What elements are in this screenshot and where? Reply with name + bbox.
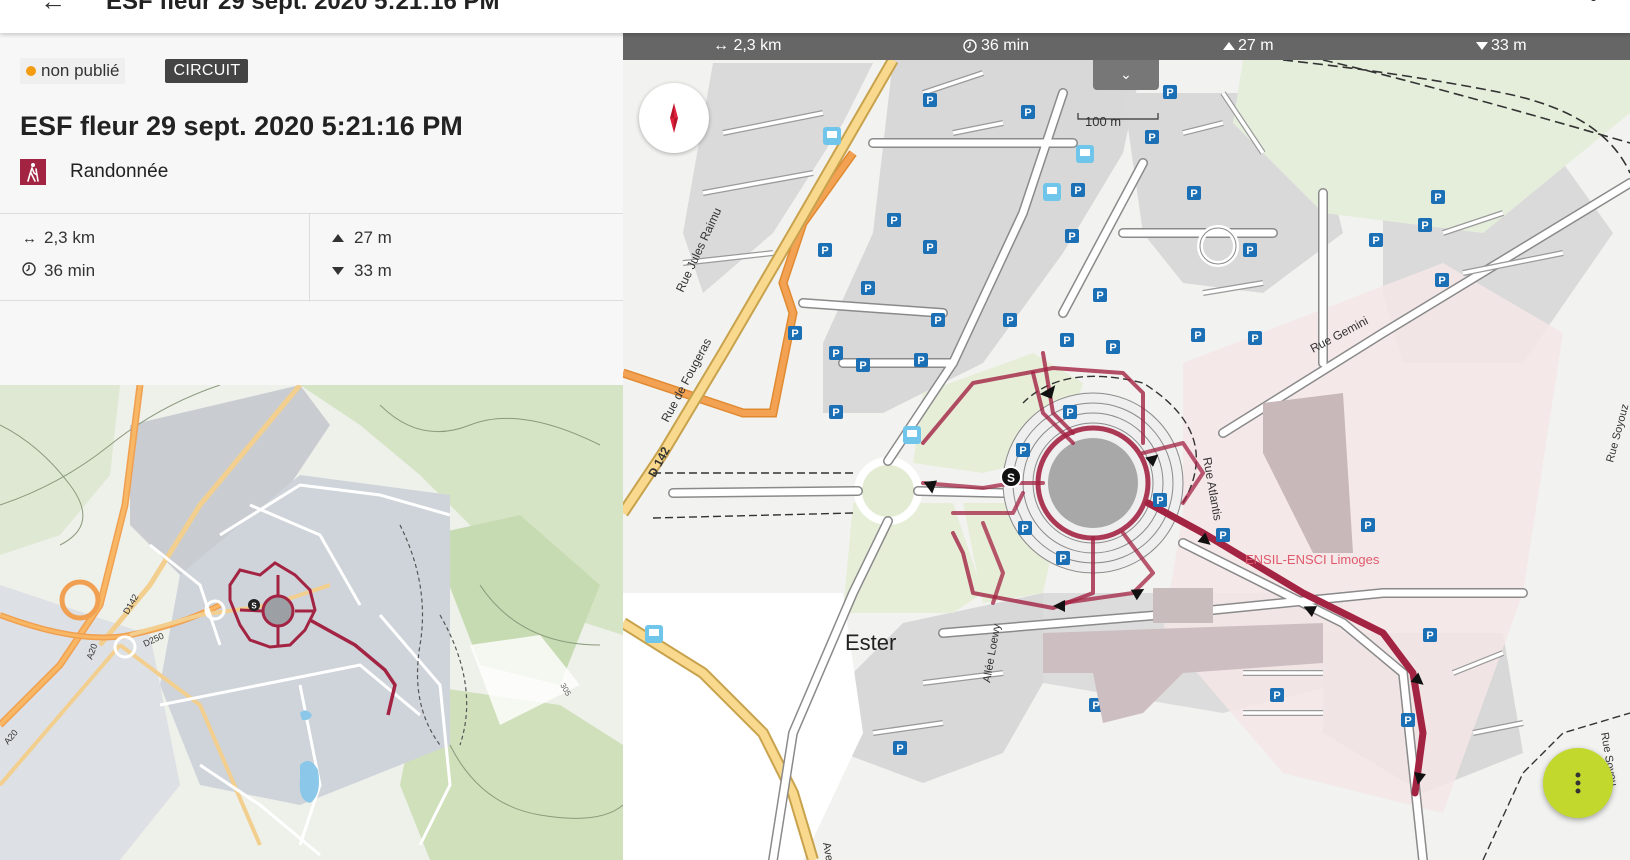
svg-text:P: P xyxy=(859,360,866,372)
descent-stat: 33 m xyxy=(332,261,392,281)
compass-icon[interactable] xyxy=(639,83,709,153)
svg-text:P: P xyxy=(1156,495,1163,507)
distance-icon: ↔ xyxy=(713,37,734,54)
descent-icon xyxy=(332,263,350,280)
svg-text:P: P xyxy=(926,95,933,107)
duration-stat: 36 min xyxy=(22,261,95,281)
ascent-icon xyxy=(332,230,350,247)
strip-duration-value: 36 min xyxy=(981,37,1030,54)
ascent-icon xyxy=(1223,41,1235,51)
more-vert-icon[interactable] xyxy=(1590,0,1598,6)
hiking-icon xyxy=(20,159,46,185)
svg-text:P: P xyxy=(1063,335,1070,347)
strip-descent-value: 33 m xyxy=(1491,37,1527,54)
svg-text:P: P xyxy=(1092,700,1099,712)
svg-text:P: P xyxy=(1426,630,1433,642)
label-ester: Ester xyxy=(845,630,896,655)
descent-value: 33 m xyxy=(354,261,392,280)
ascent-value: 27 m xyxy=(354,228,392,247)
svg-text:P: P xyxy=(1019,445,1026,457)
map-scale-label: 100 m xyxy=(1085,114,1121,129)
overview-map[interactable]: S A20 D142 D250 A20 305 xyxy=(0,385,623,860)
stats-column-left: ↔ 2,3 km 36 min xyxy=(0,214,310,302)
map-stats-strip: ↔ 2,3 km 36 min 27 m 33 m xyxy=(623,33,1630,60)
svg-text:P: P xyxy=(1404,715,1411,727)
svg-text:P: P xyxy=(1251,333,1258,345)
strip-ascent: 27 m xyxy=(1223,37,1274,55)
svg-text:P: P xyxy=(1148,132,1155,144)
activity-row: Randonnée xyxy=(20,159,168,185)
svg-text:P: P xyxy=(1246,245,1253,257)
status-text: non publié xyxy=(41,61,120,80)
trail-stats: ↔ 2,3 km 36 min 27 m 33 m xyxy=(0,213,623,302)
duration-value: 36 min xyxy=(44,261,96,280)
svg-text:P: P xyxy=(864,283,871,295)
strip-descent: 33 m xyxy=(1476,37,1527,55)
svg-text:P: P xyxy=(1434,192,1441,204)
back-arrow-icon[interactable]: ← xyxy=(40,0,66,17)
svg-text:P: P xyxy=(1074,185,1081,197)
strip-ascent-value: 27 m xyxy=(1238,37,1274,54)
svg-text:P: P xyxy=(1066,407,1073,419)
strip-duration: 36 min xyxy=(963,37,1029,55)
svg-text:P: P xyxy=(1166,87,1173,99)
svg-text:P: P xyxy=(1006,315,1013,327)
overview-map-canvas: S A20 D142 D250 A20 305 xyxy=(0,385,623,860)
strip-distance: ↔ 2,3 km xyxy=(713,37,781,55)
stats-column-right: 27 m 33 m xyxy=(310,214,623,302)
svg-text:P: P xyxy=(934,315,941,327)
svg-text:P: P xyxy=(821,245,828,257)
svg-text:P: P xyxy=(896,743,903,755)
clock-icon xyxy=(22,262,40,280)
status-dot-icon xyxy=(26,66,36,76)
svg-text:P: P xyxy=(832,407,839,419)
label-ensil: ENSIL-ENSCI Limoges xyxy=(1245,552,1380,567)
trail-badges: non publié CIRCUIT xyxy=(20,58,249,84)
svg-text:P: P xyxy=(1096,290,1103,302)
distance-stat: ↔ 2,3 km xyxy=(22,228,95,248)
descent-icon xyxy=(1476,41,1488,51)
activity-label: Randonnée xyxy=(70,161,169,182)
svg-text:P: P xyxy=(917,355,924,367)
app-header: ← ESF fleur 29 sept. 2020 5:21:16 PM xyxy=(0,0,1630,33)
svg-text:P: P xyxy=(832,348,839,360)
strip-distance-value: 2,3 km xyxy=(733,37,782,54)
svg-text:P: P xyxy=(1068,231,1075,243)
svg-text:P: P xyxy=(791,328,798,340)
status-badge: non publié xyxy=(20,58,126,84)
start-marker: S xyxy=(1007,471,1015,485)
svg-text:P: P xyxy=(1364,520,1371,532)
svg-text:P: P xyxy=(926,242,933,254)
svg-text:P: P xyxy=(1024,107,1031,119)
trail-details-panel: non publié CIRCUIT ESF fleur 29 sept. 20… xyxy=(0,33,623,860)
svg-text:P: P xyxy=(1273,690,1280,702)
svg-text:P: P xyxy=(1372,235,1379,247)
chevron-down-icon[interactable]: ⌄ xyxy=(1093,60,1159,90)
clock-icon xyxy=(963,39,977,53)
svg-text:P: P xyxy=(1021,523,1028,535)
svg-text:P: P xyxy=(1219,530,1226,542)
svg-text:P: P xyxy=(1059,553,1066,565)
ascent-stat: 27 m xyxy=(332,228,392,248)
svg-text:P: P xyxy=(1438,275,1445,287)
svg-text:P: P xyxy=(890,215,897,227)
distance-icon: ↔ xyxy=(22,229,37,247)
trail-title: ESF fleur 29 sept. 2020 5:21:16 PM xyxy=(20,111,463,141)
more-vert-icon[interactable] xyxy=(1543,748,1613,818)
main-map[interactable]: S P P P P P P P P P P P P P P P P P P P … xyxy=(623,33,1630,860)
svg-text:P: P xyxy=(1109,342,1116,354)
main-map-canvas: S P P P P P P P P P P P P P P P P P P P … xyxy=(623,33,1630,860)
header-title: ESF fleur 29 sept. 2020 5:21:16 PM xyxy=(106,0,500,15)
svg-text:P: P xyxy=(1190,188,1197,200)
svg-text:S: S xyxy=(251,602,257,611)
svg-text:P: P xyxy=(1194,330,1201,342)
circuit-badge: CIRCUIT xyxy=(165,59,249,83)
distance-value: 2,3 km xyxy=(44,228,96,247)
svg-text:P: P xyxy=(1421,220,1428,232)
